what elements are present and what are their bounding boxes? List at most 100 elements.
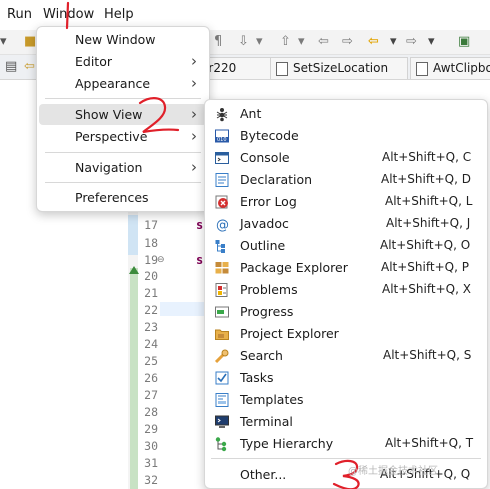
menu-item-label: Javadoc: [240, 216, 289, 231]
editor-tab[interactable]: AwtClipbo: [410, 57, 490, 79]
menu-item-label: New Window: [75, 32, 156, 47]
shortcut-text: Alt+Shift+Q, J: [386, 216, 471, 230]
show-view-submenu: Ant 010 Bytecode Console Alt+Shift+Q, C …: [204, 99, 488, 489]
menu-item-label: Navigation: [75, 160, 143, 175]
project-explorer-icon: [215, 329, 229, 340]
menu-item-search[interactable]: Search Alt+Shift+Q, S: [208, 345, 484, 367]
javadoc-icon: @: [216, 218, 229, 232]
menu-window[interactable]: Window: [43, 7, 94, 22]
fold-minus-icon[interactable]: ⊖: [157, 255, 165, 265]
menu-item-package-explorer[interactable]: Package Explorer Alt+Shift+Q, P: [208, 257, 484, 279]
outline-icon: [215, 240, 225, 253]
line-number: 25: [144, 354, 158, 368]
menu-item-show-view[interactable]: Show View ›: [39, 104, 207, 125]
menu-item-label: Problems: [240, 282, 298, 297]
menu-item-label: Perspective: [75, 129, 148, 144]
line-number: 32: [144, 473, 158, 487]
dropdown-icon[interactable]: ▾: [256, 34, 263, 50]
menu-item-project-explorer[interactable]: Project Explorer: [208, 323, 484, 345]
menu-item-perspective[interactable]: Perspective ›: [39, 126, 207, 147]
next-annotation-icon[interactable]: ⇩: [238, 34, 249, 50]
menu-help[interactable]: Help: [104, 7, 134, 22]
code-fragment: s: [196, 253, 204, 267]
chevron-right-icon: ›: [191, 52, 197, 70]
shortcut-text: Alt+Shift+Q, O: [380, 238, 471, 252]
menu-item-tasks[interactable]: Tasks: [208, 367, 484, 389]
menu-item-label: Show View: [75, 107, 143, 122]
dropdown-icon[interactable]: ▾: [298, 34, 305, 50]
chevron-right-icon: ›: [191, 74, 197, 92]
menu-item-label: Appearance: [75, 76, 151, 91]
menu-item-label: Search: [240, 348, 283, 363]
shortcut-text: Alt+Shift+Q, L: [385, 194, 473, 208]
svg-text:010: 010: [217, 137, 227, 143]
window-menu: New Window Editor › Appearance › Show Vi…: [36, 26, 210, 212]
line-number: 21: [144, 286, 158, 300]
progress-icon: [215, 306, 229, 318]
menu-item-label: Ant: [240, 106, 262, 121]
menu-item-navigation[interactable]: Navigation ›: [39, 157, 207, 178]
forward-icon[interactable]: ⇨: [406, 34, 417, 50]
editor-tab-label: AwtClipbo: [433, 61, 490, 75]
shortcut-text: Alt+Shift+Q, C: [382, 150, 472, 164]
menu-item-problems[interactable]: Problems Alt+Shift+Q, X: [208, 279, 484, 301]
menu-item-label: Error Log: [240, 194, 297, 209]
line-number: 17: [144, 218, 158, 232]
search-icon: [214, 349, 229, 364]
back-icon[interactable]: ⇦: [368, 34, 379, 50]
menu-item-label: Type Hierarchy: [240, 436, 334, 451]
menu-item-templates[interactable]: Templates: [208, 389, 484, 411]
ant-icon: [216, 108, 228, 122]
menu-item-appearance[interactable]: Appearance ›: [39, 73, 207, 94]
open-perspective-icon[interactable]: ▣: [458, 34, 470, 50]
toolbar-folder-icon[interactable]: ■: [24, 34, 36, 50]
chevron-right-icon: ›: [191, 158, 197, 176]
override-marker: [130, 268, 138, 489]
forward-dropdown-icon[interactable]: ▾: [428, 34, 435, 50]
menu-item-bytecode[interactable]: 010 Bytecode: [208, 125, 484, 147]
line-number: 22: [144, 303, 158, 317]
package-explorer-icon: [215, 262, 229, 274]
menu-run[interactable]: Run: [7, 7, 32, 22]
pilcrow-icon[interactable]: ¶: [214, 34, 222, 50]
menu-separator: [211, 458, 481, 459]
line-number: 19: [144, 253, 158, 267]
toolbar-left-arrow-icon[interactable]: ▾: [0, 34, 7, 50]
menu-item-label: Tasks: [240, 370, 274, 385]
menu-item-other[interactable]: Other... Alt+Shift+Q, Q: [208, 464, 484, 486]
menu-item-preferences[interactable]: Preferences: [39, 187, 207, 208]
editor-icon: ▤: [5, 59, 18, 74]
line-number: 26: [144, 371, 158, 385]
menu-item-label: Preferences: [75, 190, 149, 205]
menu-item-label: Bytecode: [240, 128, 299, 143]
watermark: @稀土掘金技术社区: [348, 466, 438, 477]
prev-annotation-icon[interactable]: ⇧: [280, 34, 291, 50]
menu-item-type-hierarchy[interactable]: Type Hierarchy Alt+Shift+Q, T: [208, 433, 484, 455]
menu-item-editor[interactable]: Editor ›: [39, 51, 207, 72]
menu-item-label: Package Explorer: [240, 260, 348, 275]
menu-item-outline[interactable]: Outline Alt+Shift+Q, O: [208, 235, 484, 257]
declaration-icon: [215, 173, 229, 187]
menu-item-error-log[interactable]: Error Log Alt+Shift+Q, L: [208, 191, 484, 213]
line-number: 18: [144, 236, 158, 250]
menu-item-javadoc[interactable]: @ Javadoc Alt+Shift+Q, J: [208, 213, 484, 235]
last-edit-icon[interactable]: ⇦: [318, 34, 329, 50]
java-file-icon: [416, 62, 428, 76]
shortcut-text: Alt+Shift+Q, S: [383, 348, 472, 362]
line-number: 30: [144, 439, 158, 453]
menu-item-console[interactable]: Console Alt+Shift+Q, C: [208, 147, 484, 169]
editor-tab[interactable]: SetSizeLocation: [270, 57, 408, 79]
pin-icon[interactable]: ⇨: [342, 34, 353, 50]
menu-item-declaration[interactable]: Declaration Alt+Shift+Q, D: [208, 169, 484, 191]
menu-item-progress[interactable]: Progress: [208, 301, 484, 323]
error-log-icon: [215, 195, 228, 209]
menu-item-terminal[interactable]: Terminal: [208, 411, 484, 433]
line-number: 24: [144, 337, 158, 351]
back-dropdown-icon[interactable]: ▾: [390, 34, 397, 50]
bytecode-icon: 010: [215, 129, 229, 143]
menu-item-label: Templates: [240, 392, 304, 407]
menu-item-label: Terminal: [240, 414, 293, 429]
menu-item-new-window[interactable]: New Window: [39, 29, 207, 50]
chevron-right-icon: ›: [191, 127, 197, 145]
menu-item-ant[interactable]: Ant: [208, 103, 484, 125]
